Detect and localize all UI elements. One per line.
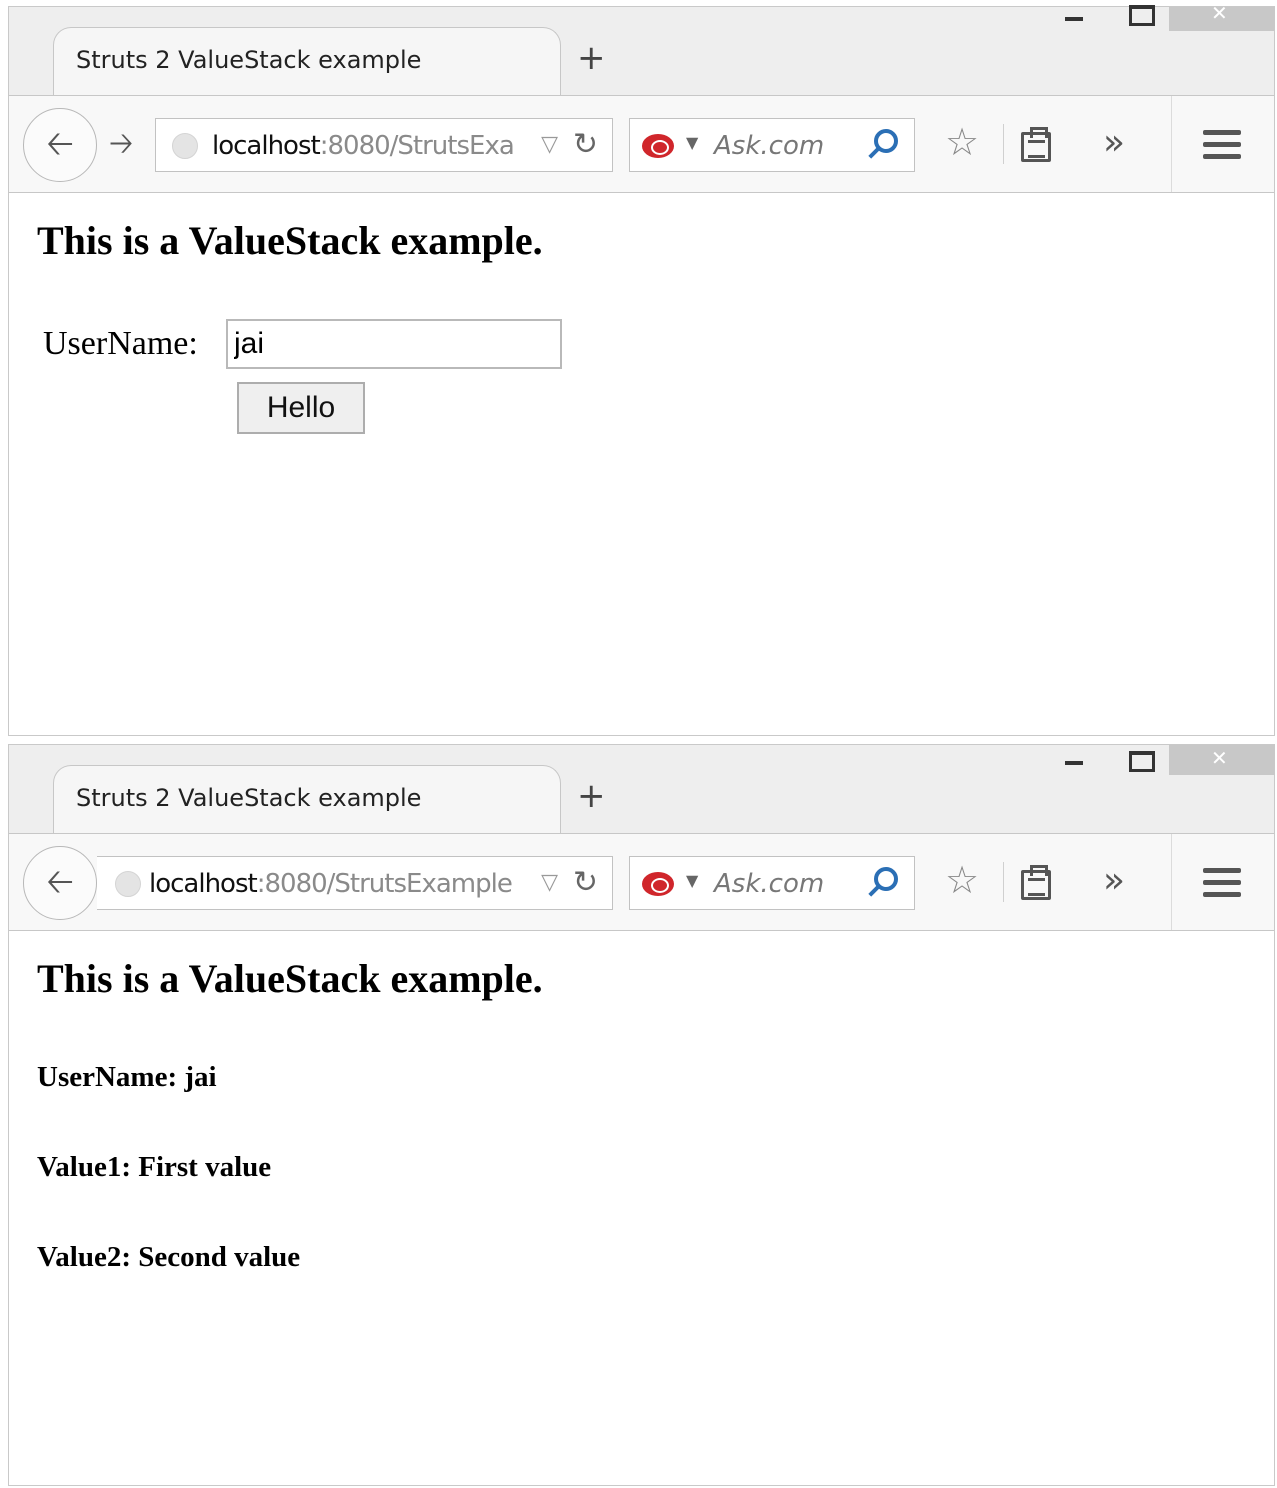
globe-icon bbox=[115, 871, 141, 897]
navigation-toolbar: 🡠 🡢 localhost:8080/StrutsExa ▽ ↻ ▼ Ask.c… bbox=[9, 95, 1274, 193]
menu-divider bbox=[1171, 834, 1172, 930]
overflow-chevron-icon[interactable]: » bbox=[1103, 122, 1125, 163]
back-arrow-icon[interactable]: 🡠 bbox=[23, 846, 97, 920]
tab-title: Struts 2 ValueStack example bbox=[76, 784, 422, 812]
bookmark-star-icon[interactable]: ☆ bbox=[945, 120, 979, 164]
back-arrow-icon[interactable]: 🡠 bbox=[23, 108, 97, 182]
url-path: :8080/StrutsExample bbox=[256, 869, 513, 899]
search-engine-dropdown-icon[interactable]: ▼ bbox=[686, 133, 698, 152]
search-bar[interactable]: ▼ Ask.com bbox=[629, 118, 915, 172]
bookmarks-menu-icon[interactable] bbox=[1021, 127, 1051, 162]
new-tab-icon[interactable]: + bbox=[577, 779, 606, 813]
page-heading: This is a ValueStack example. bbox=[37, 956, 543, 1001]
menu-divider bbox=[1171, 96, 1172, 192]
url-bar[interactable]: localhost:8080/StrutsExample ▽ ↻ bbox=[97, 856, 613, 910]
history-dropdown-icon[interactable]: ▽ bbox=[541, 870, 558, 895]
search-engine-dropdown-icon[interactable]: ▼ bbox=[686, 871, 698, 890]
page-heading: This is a ValueStack example. bbox=[37, 218, 543, 263]
reload-icon[interactable]: ↻ bbox=[573, 865, 598, 900]
hello-button[interactable]: Hello bbox=[237, 382, 365, 434]
search-placeholder: Ask.com bbox=[714, 131, 825, 161]
tab-active[interactable]: Struts 2 ValueStack example bbox=[53, 27, 561, 95]
url-path: :8080/StrutsExa bbox=[319, 131, 515, 161]
username-input[interactable] bbox=[226, 319, 562, 369]
ask-logo-icon bbox=[642, 872, 674, 896]
ask-logo-icon bbox=[642, 134, 674, 158]
tab-title: Struts 2 ValueStack example bbox=[76, 46, 422, 74]
hamburger-menu-icon[interactable] bbox=[1203, 868, 1241, 898]
toolbar-divider bbox=[1003, 124, 1004, 164]
history-dropdown-icon[interactable]: ▽ bbox=[541, 132, 558, 157]
maximize-icon[interactable] bbox=[1127, 5, 1155, 37]
minimize-icon[interactable] bbox=[1061, 745, 1085, 775]
search-placeholder: Ask.com bbox=[714, 869, 825, 899]
minimize-icon[interactable] bbox=[1061, 7, 1085, 37]
navigation-toolbar: 🡠 localhost:8080/StrutsExample ▽ ↻ ▼ Ask… bbox=[9, 833, 1274, 931]
maximize-icon[interactable] bbox=[1127, 745, 1155, 775]
bookmarks-menu-icon[interactable] bbox=[1021, 865, 1051, 900]
url-host: localhost bbox=[149, 869, 258, 899]
globe-icon bbox=[172, 133, 198, 159]
username-label: UserName: bbox=[43, 325, 198, 362]
overflow-chevron-icon[interactable]: » bbox=[1103, 860, 1125, 901]
browser-window-result: Struts 2 ValueStack example + 🡠 localhos… bbox=[8, 744, 1275, 1486]
result-username: UserName: jai bbox=[37, 1061, 217, 1093]
forward-arrow-icon[interactable]: 🡢 bbox=[109, 124, 133, 164]
url-text[interactable]: localhost:8080/StrutsExa bbox=[212, 131, 522, 161]
close-icon[interactable] bbox=[1169, 745, 1275, 775]
url-bar[interactable]: localhost:8080/StrutsExa ▽ ↻ bbox=[155, 118, 613, 172]
search-icon[interactable] bbox=[874, 867, 898, 891]
bookmark-star-icon[interactable]: ☆ bbox=[945, 858, 979, 902]
url-host: localhost bbox=[212, 131, 321, 161]
url-text[interactable]: localhost:8080/StrutsExample bbox=[149, 869, 521, 899]
reload-icon[interactable]: ↻ bbox=[573, 127, 598, 162]
hamburger-menu-icon[interactable] bbox=[1203, 130, 1241, 160]
browser-window-form: Struts 2 ValueStack example + 🡠 🡢 localh… bbox=[8, 1, 1275, 736]
search-icon[interactable] bbox=[874, 129, 898, 153]
search-bar[interactable]: ▼ Ask.com bbox=[629, 856, 915, 910]
title-bar: Struts 2 ValueStack example + bbox=[9, 1, 1275, 95]
title-bar: Struts 2 ValueStack example + bbox=[9, 745, 1275, 833]
toolbar-divider bbox=[1003, 862, 1004, 902]
tab-active[interactable]: Struts 2 ValueStack example bbox=[53, 765, 561, 833]
close-icon[interactable] bbox=[1169, 1, 1275, 31]
result-value2: Value2: Second value bbox=[37, 1241, 301, 1273]
new-tab-icon[interactable]: + bbox=[577, 41, 606, 75]
result-value1: Value1: First value bbox=[37, 1151, 272, 1183]
